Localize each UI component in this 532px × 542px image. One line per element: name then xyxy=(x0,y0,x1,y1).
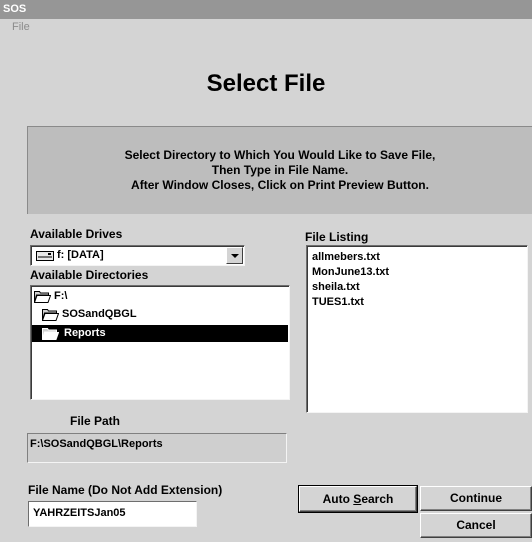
page-title: Select File xyxy=(206,70,326,97)
file-path-field: F:\SOSandQBGL\Reports xyxy=(27,433,287,463)
auto-search-button[interactable]: Auto Search xyxy=(298,485,418,513)
available-drives-label: Available Drives xyxy=(30,227,123,241)
file-item[interactable]: allmebers.txt xyxy=(312,250,380,264)
cancel-button[interactable]: Cancel xyxy=(420,513,532,538)
file-path-label: File Path xyxy=(70,414,121,428)
file-item[interactable]: MonJune13.txt xyxy=(312,265,389,279)
window-titlebar: SOS xyxy=(0,0,532,19)
directory-list[interactable]: F:\ SOSandQBGL Reports xyxy=(30,285,290,400)
continue-button[interactable]: Continue xyxy=(420,486,532,511)
open-folder-icon xyxy=(34,291,51,303)
directory-item-root[interactable]: F:\ xyxy=(34,288,154,305)
menu-item-file[interactable]: File xyxy=(12,21,30,33)
file-listing-label: File Listing xyxy=(305,230,369,244)
instruction-line-1: Select Directory to Which You Would Like… xyxy=(124,148,436,162)
available-directories-label: Available Directories xyxy=(30,268,149,282)
drive-icon xyxy=(36,251,54,261)
drive-select-value: f: [DATA] xyxy=(57,249,104,261)
drive-select[interactable]: f: [DATA] xyxy=(30,245,245,266)
menu-bar: File xyxy=(0,19,532,36)
auto-search-label-suffix: earch xyxy=(361,492,394,506)
directory-label: SOSandQBGL xyxy=(62,308,137,320)
open-folder-icon xyxy=(42,309,59,321)
directory-label: Reports xyxy=(64,327,106,339)
auto-search-label-prefix: Auto xyxy=(322,492,354,506)
file-list[interactable]: allmebers.txt MonJune13.txt sheila.txt T… xyxy=(306,245,528,413)
directory-item-reports[interactable]: Reports xyxy=(32,325,288,342)
window-title: SOS xyxy=(3,3,27,15)
directory-label: F:\ xyxy=(54,290,68,302)
file-name-input[interactable]: YAHRZEITSJan05 xyxy=(28,501,197,527)
instruction-line-3: After Window Closes, Click on Print Prev… xyxy=(131,178,429,192)
file-item[interactable]: sheila.txt xyxy=(312,280,360,294)
instruction-line-2: Then Type in File Name. xyxy=(211,163,349,177)
directory-item-sosandqbgl[interactable]: SOSandQBGL xyxy=(42,306,182,323)
file-name-label: File Name (Do Not Add Extension) xyxy=(28,483,223,497)
chevron-down-icon[interactable] xyxy=(226,247,243,264)
instructions-panel: Select Directory to Which You Would Like… xyxy=(27,126,532,214)
file-item[interactable]: TUES1.txt xyxy=(312,295,364,309)
open-folder-icon xyxy=(42,328,59,340)
